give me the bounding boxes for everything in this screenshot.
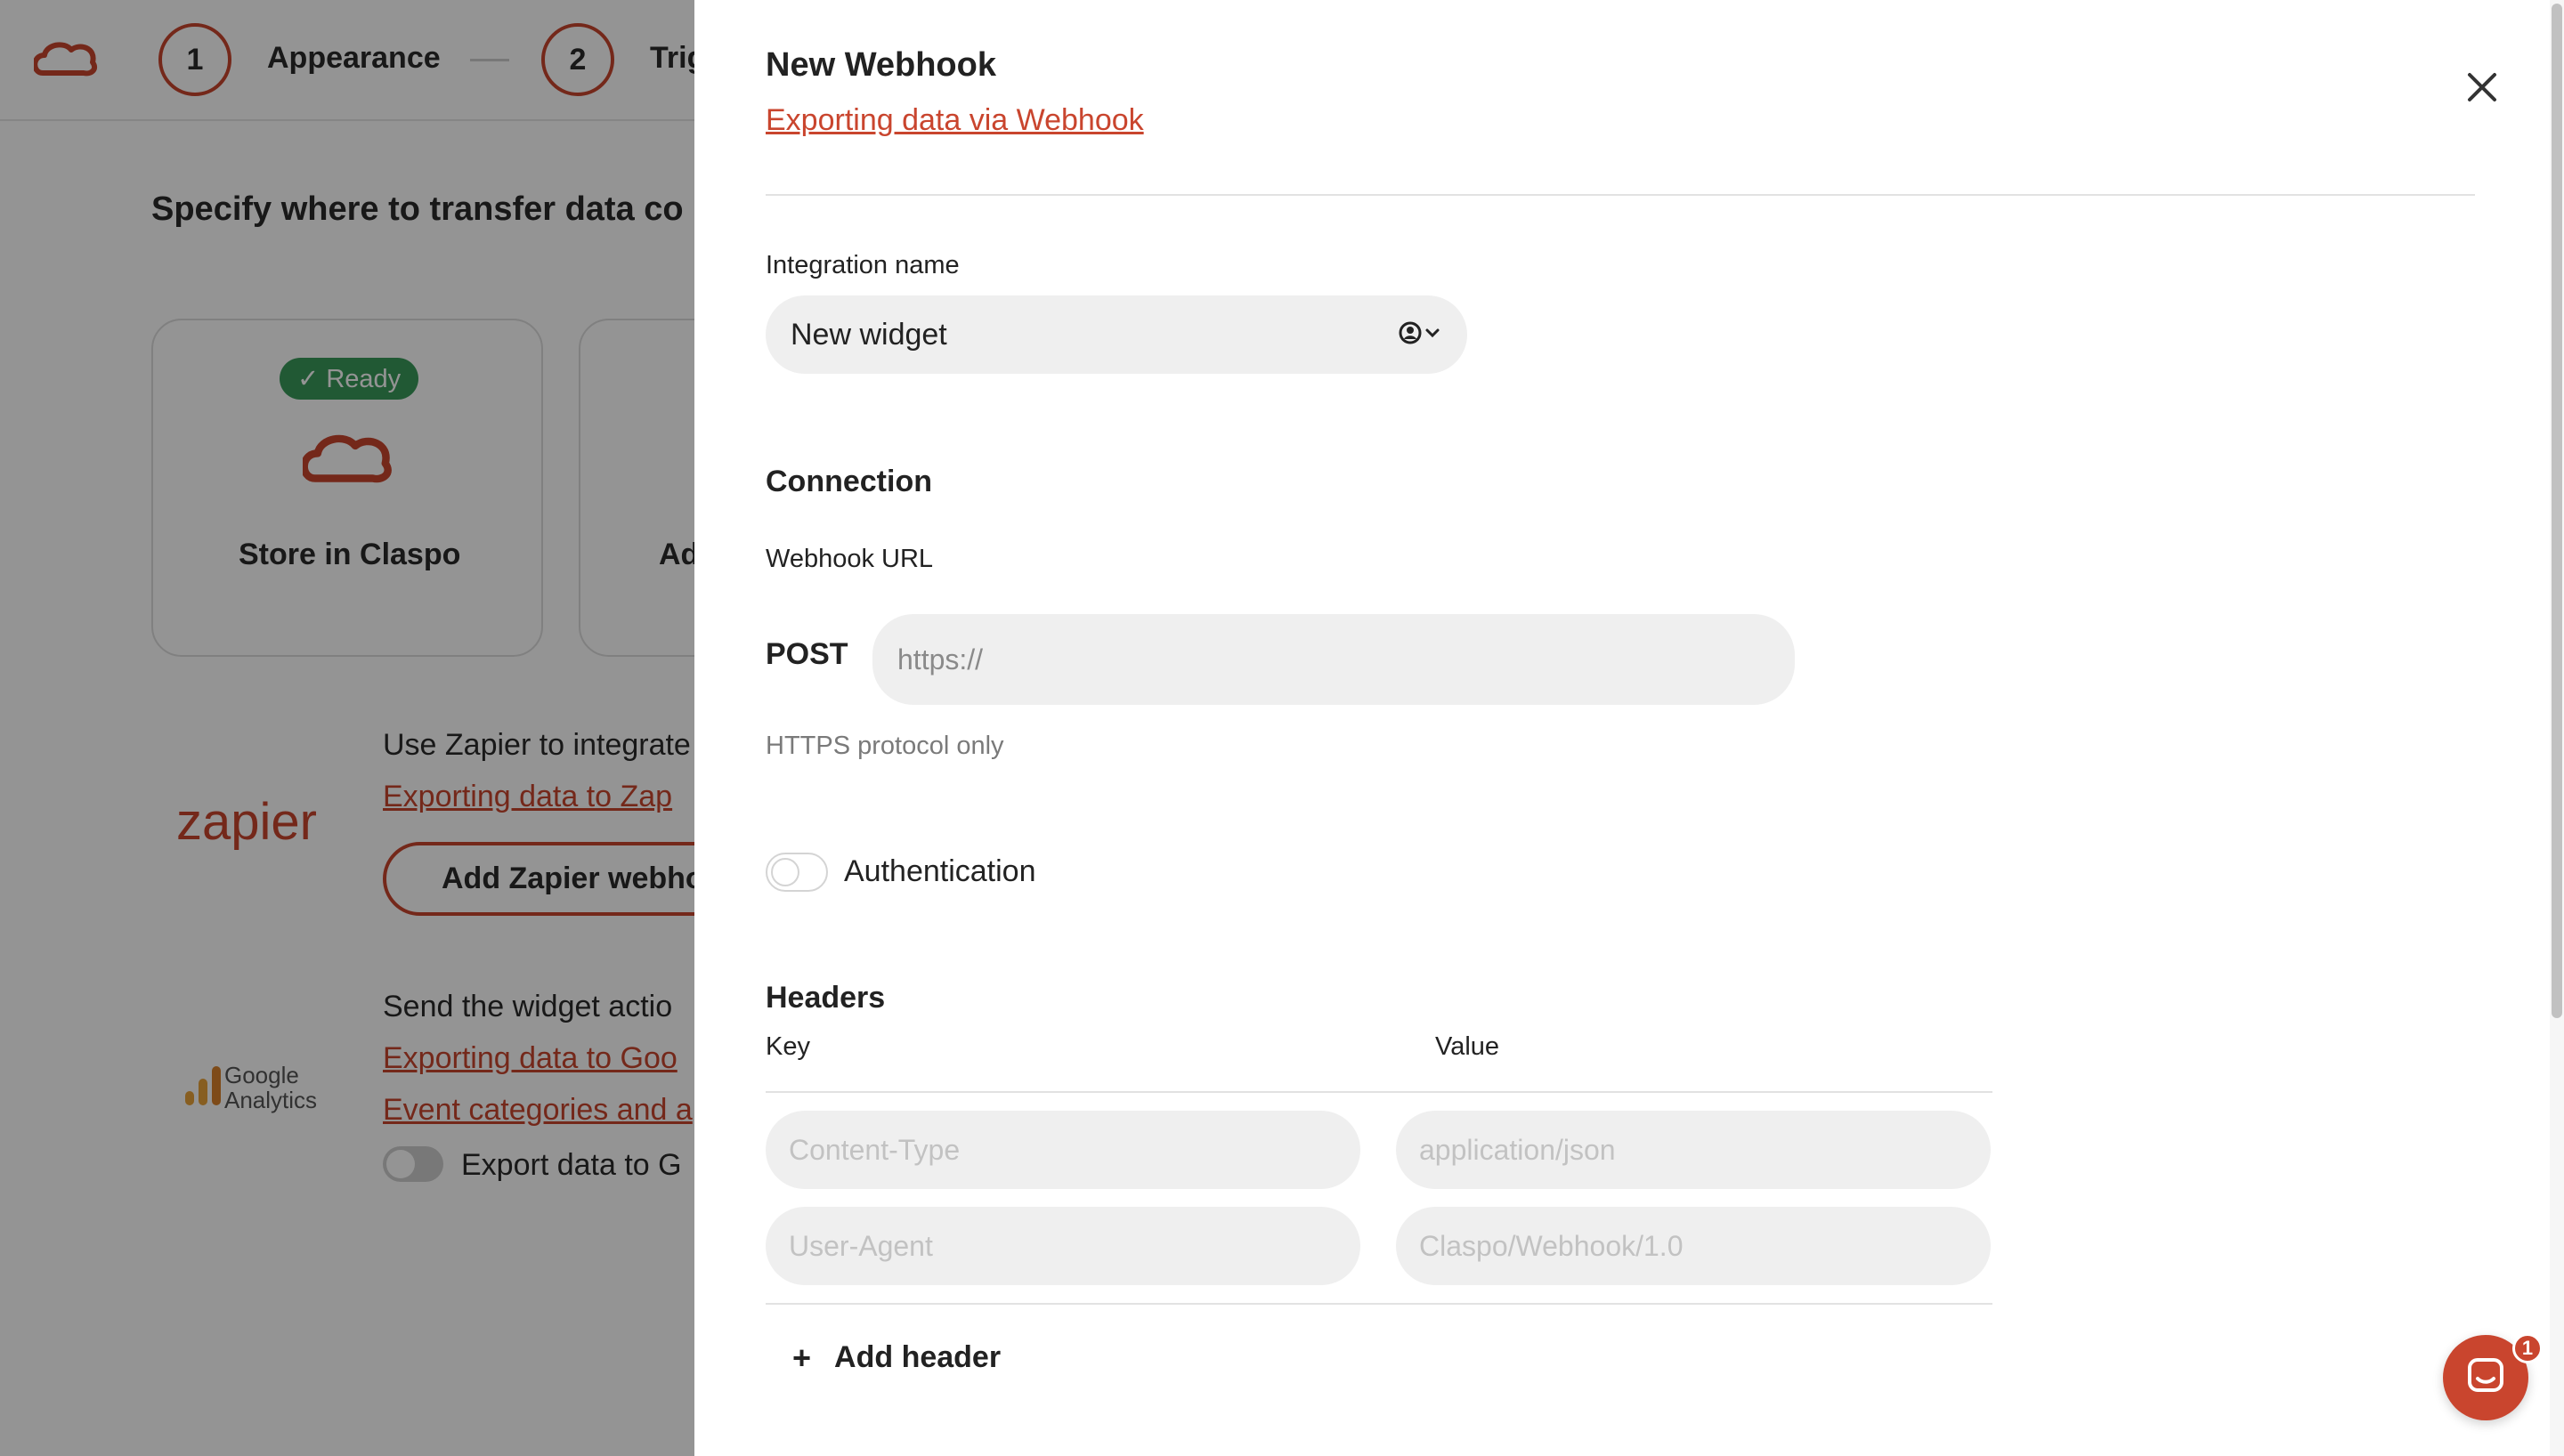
- webhook-url-input[interactable]: [872, 614, 1795, 705]
- header-key-input[interactable]: [766, 1207, 1360, 1285]
- header-value-input[interactable]: [1396, 1207, 1991, 1285]
- connection-title: Connection: [766, 465, 932, 498]
- user-circle-icon: [1398, 320, 1423, 350]
- add-header-label: Add header: [834, 1340, 1002, 1374]
- close-icon: [2467, 72, 2497, 107]
- toggle-knob: [771, 858, 799, 886]
- webhook-help-link[interactable]: Exporting data via Webhook: [766, 103, 1144, 138]
- integration-name-label: Integration name: [766, 251, 960, 279]
- chevron-down-icon: [1424, 327, 1440, 344]
- plus-icon: +: [792, 1339, 812, 1376]
- authentication-label: Authentication: [844, 854, 1036, 888]
- http-method-label: POST: [766, 637, 848, 671]
- headers-divider: [766, 1303, 1992, 1305]
- webhook-drawer: New Webhook Exporting data via Webhook I…: [694, 0, 2564, 1456]
- https-hint: HTTPS protocol only: [766, 732, 1004, 760]
- header-key-column: Key: [766, 1032, 810, 1061]
- header-key-input[interactable]: [766, 1111, 1360, 1189]
- add-header-button[interactable]: + Add header: [792, 1340, 1001, 1375]
- chat-icon: [2465, 1355, 2506, 1401]
- headers-title: Headers: [766, 981, 886, 1015]
- authentication-toggle[interactable]: [766, 853, 828, 892]
- close-button[interactable]: [2459, 66, 2505, 112]
- chat-unread-badge: 1: [2512, 1333, 2543, 1363]
- integration-name-input[interactable]: [766, 295, 1467, 374]
- drawer-scrollbar[interactable]: [2550, 0, 2564, 1456]
- drawer-title: New Webhook: [766, 46, 996, 84]
- header-value-column: Value: [1435, 1032, 1500, 1061]
- variable-picker[interactable]: [1398, 319, 1442, 351]
- scrollbar-thumb[interactable]: [2552, 4, 2562, 1018]
- headers-divider: [766, 1091, 1992, 1093]
- header-value-input[interactable]: [1396, 1111, 1991, 1189]
- drawer-divider: [766, 194, 2475, 196]
- webhook-url-label: Webhook URL: [766, 545, 934, 573]
